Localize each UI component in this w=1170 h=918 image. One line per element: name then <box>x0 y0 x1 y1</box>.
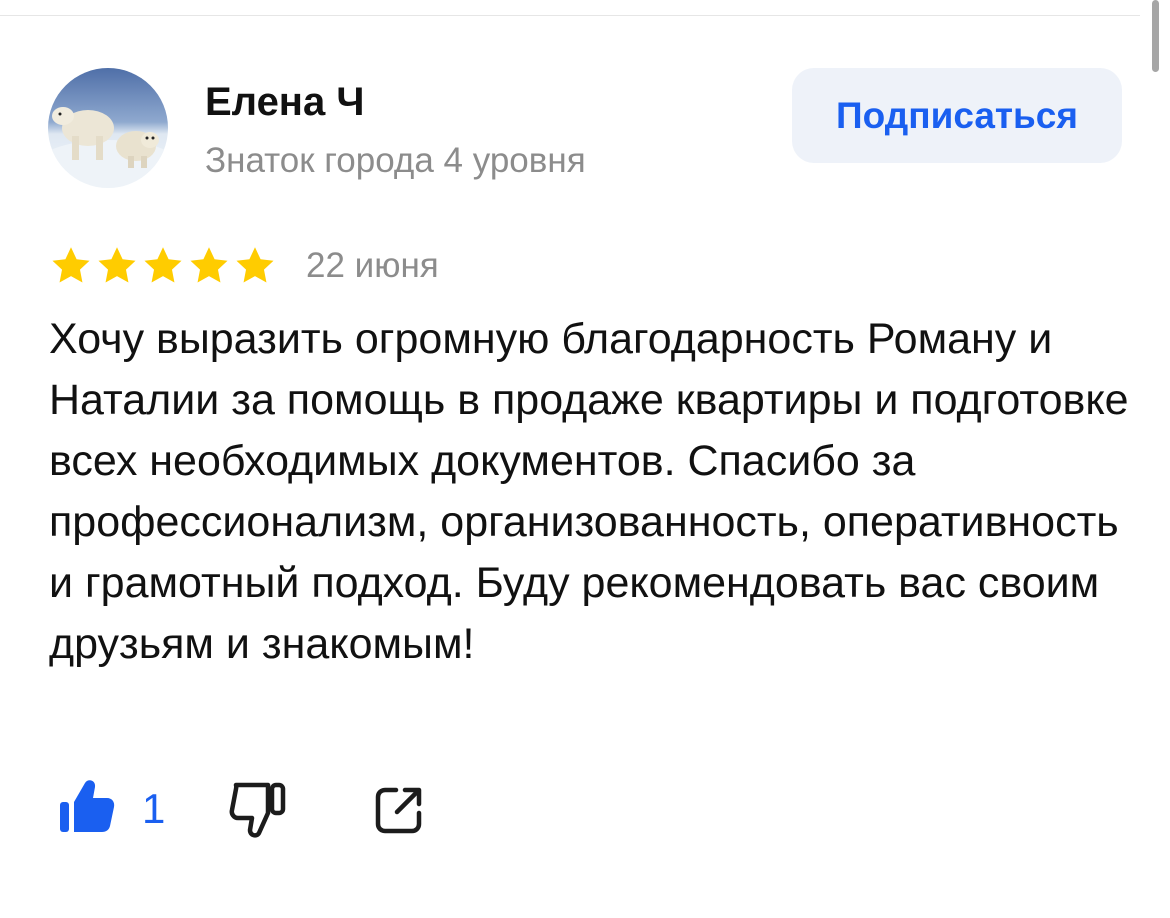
rating-stars <box>49 244 277 288</box>
star-icon <box>49 244 93 288</box>
share-button[interactable] <box>372 783 426 842</box>
like-count: 1 <box>142 784 166 832</box>
subscribe-button[interactable]: Подписаться <box>792 68 1122 163</box>
like-button[interactable]: 1 <box>58 778 165 839</box>
thumbs-down-icon <box>228 782 288 843</box>
dislike-button[interactable] <box>228 781 288 844</box>
review-text: Хочу выразить огромную благодарность Ром… <box>49 315 1129 668</box>
review-date: 22 июня <box>306 246 439 285</box>
author-name[interactable]: Елена Ч <box>205 78 364 126</box>
share-icon <box>372 787 426 841</box>
star-icon <box>233 244 277 288</box>
avatar-image <box>48 68 168 188</box>
top-divider <box>0 15 1140 16</box>
scrollbar[interactable] <box>1152 0 1159 72</box>
thumbs-up-icon <box>58 778 116 839</box>
star-icon <box>141 244 185 288</box>
star-icon <box>187 244 231 288</box>
star-icon <box>95 244 139 288</box>
author-level: Знаток города 4 уровня <box>205 141 586 180</box>
avatar[interactable] <box>48 68 168 188</box>
